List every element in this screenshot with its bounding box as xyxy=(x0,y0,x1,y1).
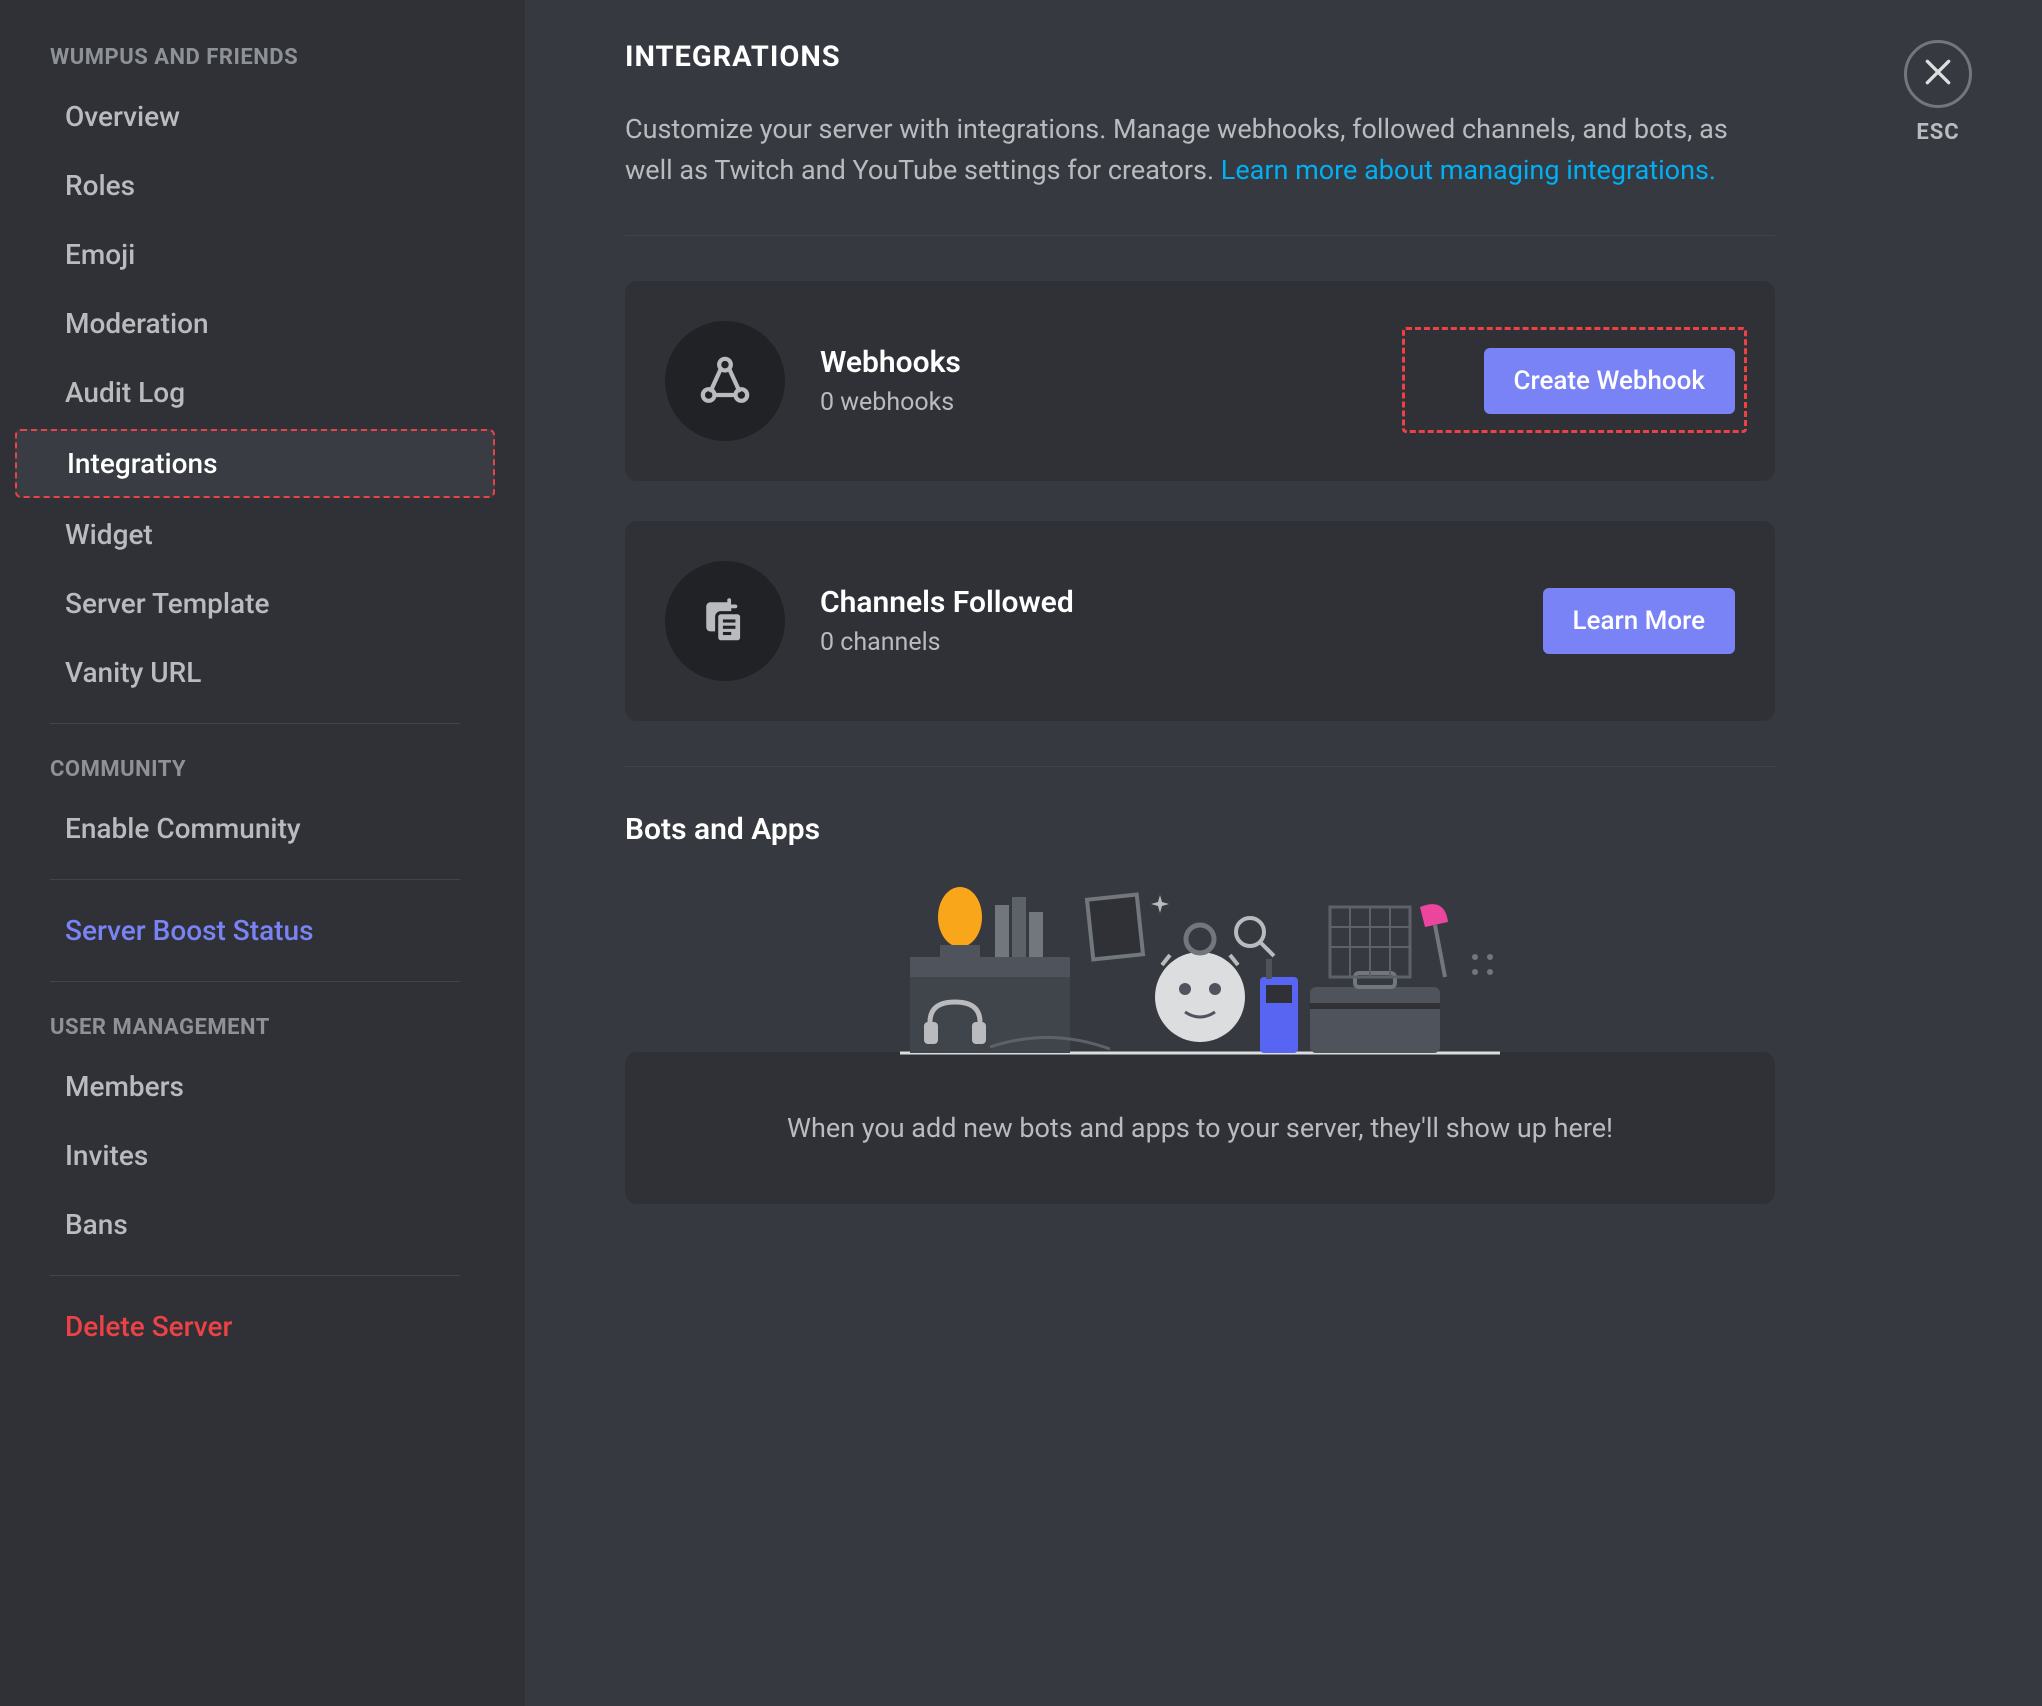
page-title: INTEGRATIONS xyxy=(625,40,1972,74)
close-icon xyxy=(1922,56,1954,92)
close-button[interactable] xyxy=(1904,40,1972,108)
bots-empty-text: When you add new bots and apps to your s… xyxy=(787,1112,1613,1144)
sidebar-item-server-boost[interactable]: Server Boost Status xyxy=(15,898,495,963)
webhooks-subtitle: 0 webhooks xyxy=(820,388,1449,417)
sidebar-item-server-template[interactable]: Server Template xyxy=(15,571,495,636)
sidebar-item-invites[interactable]: Invites xyxy=(15,1123,495,1188)
bots-illustration xyxy=(900,877,1500,1057)
sidebar-item-delete-server[interactable]: Delete Server xyxy=(15,1294,495,1359)
sidebar-item-vanity-url[interactable]: Vanity URL xyxy=(15,640,495,705)
sidebar-divider xyxy=(50,981,460,982)
learn-more-link[interactable]: Learn more about managing integrations. xyxy=(1221,154,1716,186)
close-group: ESC xyxy=(1904,40,1972,145)
sidebar-divider xyxy=(50,879,460,880)
sidebar-group-user-management: USER MANAGEMENT xyxy=(0,1000,510,1050)
channels-followed-title: Channels Followed xyxy=(820,585,1508,620)
page-description: Customize your server with integrations.… xyxy=(625,109,1775,190)
create-webhook-button[interactable]: Create Webhook xyxy=(1484,348,1735,414)
webhook-icon xyxy=(665,321,785,441)
bots-apps-heading: Bots and Apps xyxy=(625,812,1972,847)
sidebar-item-enable-community[interactable]: Enable Community xyxy=(15,796,495,861)
bots-apps-section: When you add new bots and apps to your s… xyxy=(625,877,1775,1204)
sidebar-divider xyxy=(50,723,460,724)
channels-followed-card: Channels Followed 0 channels Learn More xyxy=(625,521,1775,721)
channels-learn-more-button[interactable]: Learn More xyxy=(1543,588,1735,654)
sidebar-item-members[interactable]: Members xyxy=(15,1054,495,1119)
content-divider xyxy=(625,235,1775,236)
sidebar-item-roles[interactable]: Roles xyxy=(15,153,495,218)
settings-sidebar: WUMPUS AND FRIENDS Overview Roles Emoji … xyxy=(0,0,525,1706)
channels-followed-subtitle: 0 channels xyxy=(820,628,1508,657)
sidebar-item-moderation[interactable]: Moderation xyxy=(15,291,495,356)
sidebar-divider xyxy=(50,1275,460,1276)
sidebar-item-bans[interactable]: Bans xyxy=(15,1192,495,1257)
close-label: ESC xyxy=(1916,120,1959,145)
sidebar-item-integrations[interactable]: Integrations xyxy=(15,429,495,498)
channels-followed-icon xyxy=(665,561,785,681)
sidebar-group-server: WUMPUS AND FRIENDS xyxy=(0,30,510,80)
sidebar-item-emoji[interactable]: Emoji xyxy=(15,222,495,287)
sidebar-item-audit-log[interactable]: Audit Log xyxy=(15,360,495,425)
webhooks-card: Webhooks 0 webhooks Create Webhook xyxy=(625,281,1775,481)
content-divider xyxy=(625,766,1775,767)
sidebar-group-community: COMMUNITY xyxy=(0,742,510,792)
webhooks-title: Webhooks xyxy=(820,345,1449,380)
sidebar-item-widget[interactable]: Widget xyxy=(15,502,495,567)
sidebar-item-overview[interactable]: Overview xyxy=(15,84,495,149)
settings-main: ESC INTEGRATIONS Customize your server w… xyxy=(525,0,2042,1706)
bots-empty-card: When you add new bots and apps to your s… xyxy=(625,1052,1775,1204)
